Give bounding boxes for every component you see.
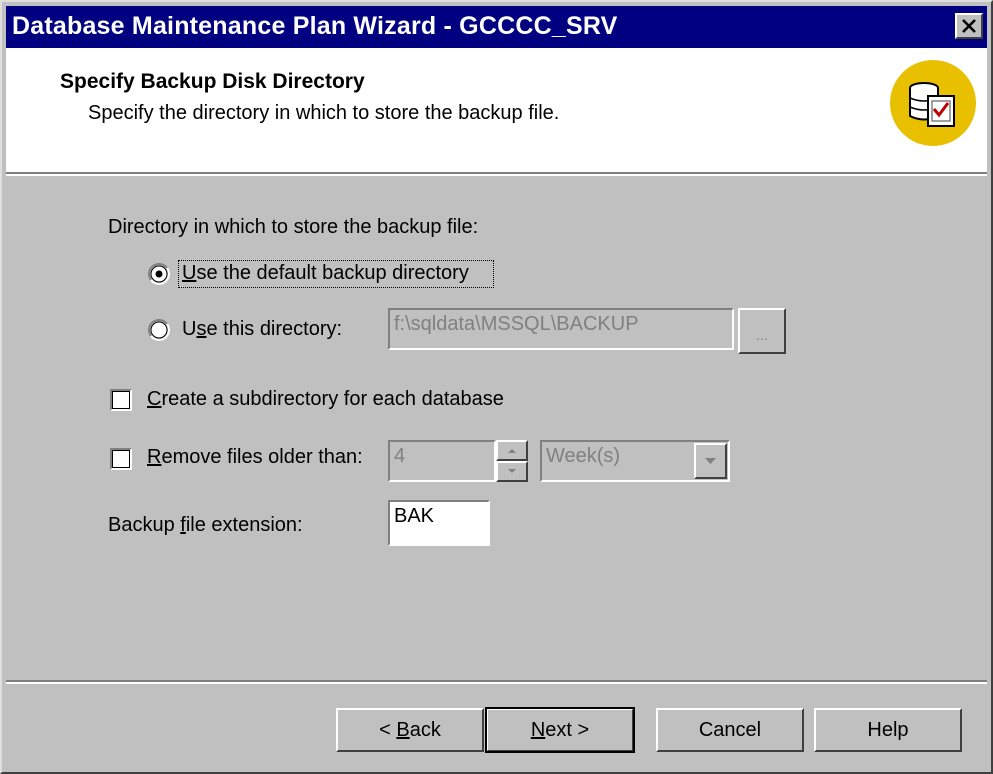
spin-down-button[interactable] (496, 461, 528, 482)
unit-dropdown-button[interactable] (694, 443, 727, 479)
next-label: Next > (530, 718, 590, 741)
remove-files-checkbox[interactable] (110, 448, 132, 470)
custom-directory-label[interactable]: Use this directory: (182, 318, 342, 341)
header-divider-highlight (6, 174, 987, 176)
custom-directory-radio[interactable] (148, 319, 170, 341)
extension-label: Backup file extension: (108, 514, 303, 536)
arrow-up-icon (508, 449, 516, 453)
remove-files-label[interactable]: Remove files older than: (147, 446, 363, 469)
browse-button[interactable]: ... (738, 308, 786, 354)
database-checklist-icon (890, 60, 976, 146)
spin-up-button[interactable] (496, 440, 528, 461)
subdirectory-checkbox[interactable] (110, 389, 132, 411)
cancel-button[interactable]: Cancel (656, 708, 804, 752)
next-button[interactable]: Next > (485, 707, 635, 753)
arrow-down-icon (508, 469, 516, 473)
help-button[interactable]: Help (814, 708, 962, 752)
subdirectory-label[interactable]: Create a subdirectory for each database (147, 388, 504, 411)
footer-divider-highlight (6, 682, 987, 684)
browse-label: ... (756, 327, 768, 343)
remove-age-input[interactable]: 4 (388, 440, 496, 482)
close-icon (962, 19, 976, 33)
directory-label: Directory in which to store the backup f… (108, 216, 479, 238)
page-title: Specify Backup Disk Directory (60, 70, 365, 93)
chevron-down-icon (705, 458, 716, 464)
window-title: Database Maintenance Plan Wizard - GCCCC… (12, 12, 618, 40)
remove-unit-value: Week(s) (546, 445, 621, 467)
wizard-window: Database Maintenance Plan Wizard - GCCCC… (0, 0, 993, 774)
wizard-header: Specify Backup Disk Directory Specify th… (6, 48, 987, 172)
page-subtitle: Specify the directory in which to store … (88, 102, 560, 124)
directory-path-input[interactable]: f:\sqldata\MSSQL\BACKUP (388, 308, 734, 350)
back-label: < Back (379, 718, 441, 741)
default-directory-radio[interactable] (148, 263, 170, 285)
close-button[interactable] (955, 13, 983, 39)
default-directory-label[interactable]: Use the default backup directory (182, 262, 469, 285)
extension-input[interactable]: BAK (388, 500, 490, 546)
title-bar: Database Maintenance Plan Wizard - GCCCC… (6, 6, 987, 48)
back-button[interactable]: < Back (336, 708, 484, 752)
